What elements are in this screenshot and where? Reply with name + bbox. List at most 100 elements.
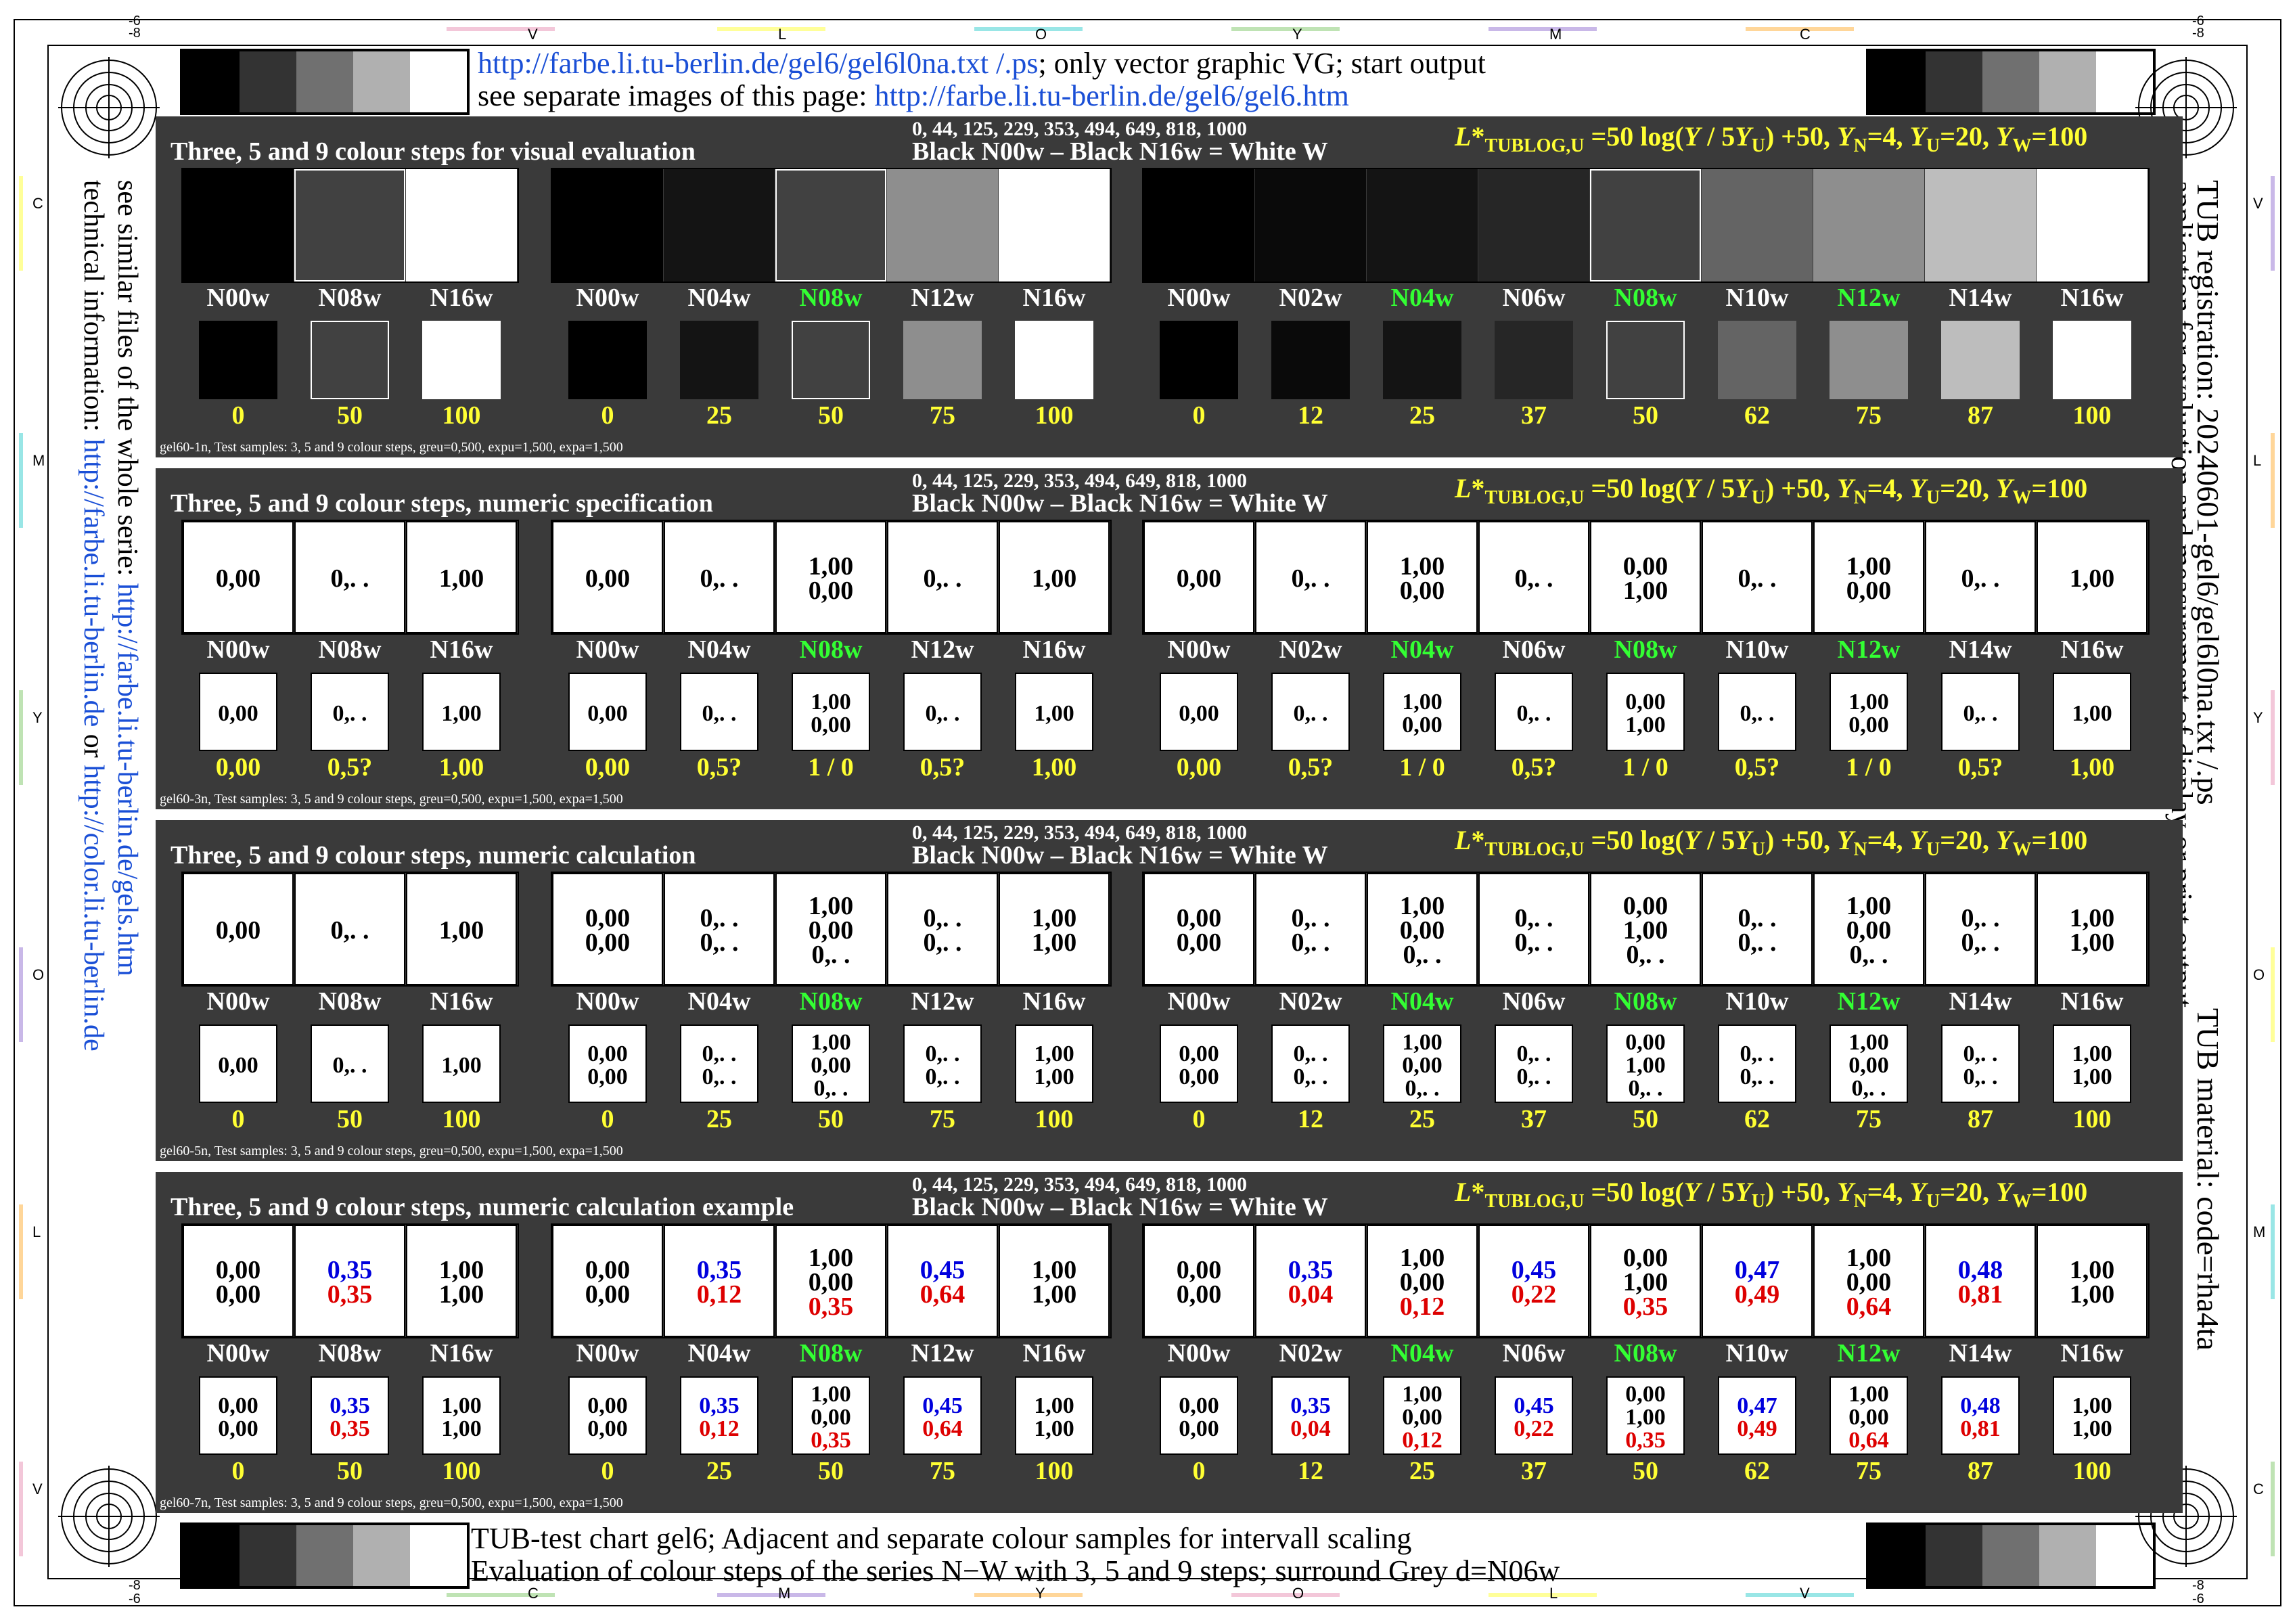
sample-small[interactable]: 1,00 1,00 xyxy=(2053,1376,2131,1455)
sample-small[interactable]: 0,00 0,00 xyxy=(199,1376,277,1455)
sample-large[interactable]: 1,00 0,00 xyxy=(775,521,886,633)
sample-large[interactable]: 0,00 0,00 xyxy=(1143,873,1254,985)
sample-large[interactable]: 0,48 0,81 xyxy=(1925,1225,2036,1337)
sample-small[interactable]: 0,00 xyxy=(568,673,647,751)
sample-small[interactable]: 0,35 0,12 xyxy=(680,1376,758,1455)
sample-small[interactable]: 0,00 1,00 xyxy=(1606,673,1685,751)
sample-large[interactable] xyxy=(294,169,405,281)
sample-large[interactable]: 0,. . xyxy=(1925,521,2036,633)
sample-small[interactable]: 1,00 0,00 0,64 xyxy=(1830,1376,1908,1455)
sample-small[interactable]: 1,00 0,00 0,. . xyxy=(792,1024,870,1103)
sample-large[interactable]: 0,00 0,00 xyxy=(552,1225,663,1337)
sample-small[interactable]: 0,. . 0,. . xyxy=(1718,1024,1796,1103)
sample-small[interactable]: 0,00 xyxy=(1160,673,1238,751)
sample-small[interactable]: 1,00 1,00 xyxy=(2053,1024,2131,1103)
sample-large[interactable] xyxy=(1143,169,1254,281)
sample-large[interactable]: 0,. . 0,. . xyxy=(664,873,775,985)
sample-large[interactable] xyxy=(775,169,886,281)
sample-large[interactable]: 0,. . 0,. . xyxy=(1478,873,1589,985)
sample-large[interactable]: 0,35 0,12 xyxy=(664,1225,775,1337)
sample-small[interactable] xyxy=(1495,321,1573,399)
sample-small[interactable] xyxy=(199,321,277,399)
sample-small[interactable]: 0,. . 0,. . xyxy=(680,1024,758,1103)
sample-small[interactable]: 1,00 1,00 xyxy=(1015,1376,1093,1455)
left-side-link-2[interactable]: http://farbe.li.tu-berlin.de xyxy=(78,439,109,727)
sample-large[interactable]: 0,00 1,00 xyxy=(1590,521,1701,633)
sample-small[interactable]: 1,00 0,00 xyxy=(1830,673,1908,751)
sample-small[interactable]: 0,. . 0,. . xyxy=(1271,1024,1350,1103)
sample-small[interactable]: 1,00 0,00 0,. . xyxy=(1830,1024,1908,1103)
sample-large[interactable]: 0,. . 0,. . xyxy=(1255,873,1366,985)
sample-small[interactable]: 0,00 1,00 0,. . xyxy=(1606,1024,1685,1103)
sample-large[interactable]: 0,. . xyxy=(664,521,775,633)
sample-large[interactable]: 1,00 1,00 xyxy=(999,1225,1110,1337)
sample-large[interactable]: 1,00 0,00 xyxy=(1813,521,1924,633)
sample-small[interactable]: 0,. . xyxy=(1718,673,1796,751)
header-link-2[interactable]: http://farbe.li.tu-berlin.de/gel6/gel6.h… xyxy=(874,79,1348,112)
sample-small[interactable] xyxy=(2053,321,2131,399)
sample-large[interactable]: 0,. . 0,. . xyxy=(887,873,998,985)
sample-large[interactable]: 1,00 1,00 xyxy=(406,1225,517,1337)
sample-small[interactable] xyxy=(311,321,389,399)
sample-small[interactable] xyxy=(1830,321,1908,399)
sample-large[interactable] xyxy=(1813,169,1924,281)
sample-small[interactable]: 1,00 xyxy=(422,1024,501,1103)
sample-large[interactable]: 0,. . xyxy=(1478,521,1589,633)
sample-small[interactable]: 0,. . xyxy=(311,673,389,751)
sample-large[interactable]: 0,00 0,00 xyxy=(183,1225,294,1337)
sample-large[interactable]: 1,00 1,00 xyxy=(2037,1225,2148,1337)
sample-small[interactable]: 1,00 1,00 xyxy=(422,1376,501,1455)
sample-large[interactable] xyxy=(887,169,998,281)
sample-small[interactable]: 0,. . 0,. . xyxy=(1941,1024,2020,1103)
sample-small[interactable] xyxy=(903,321,982,399)
sample-large[interactable]: 1,00 0,00 0,. . xyxy=(775,873,886,985)
sample-small[interactable]: 0,00 1,00 0,35 xyxy=(1606,1376,1685,1455)
sample-large[interactable] xyxy=(1478,169,1589,281)
sample-large[interactable]: 0,45 0,22 xyxy=(1478,1225,1589,1337)
left-side-link-3[interactable]: http://color.li.tu-berlin.de xyxy=(78,765,109,1051)
sample-large[interactable]: 0,47 0,49 xyxy=(1702,1225,1813,1337)
sample-small[interactable]: 1,00 xyxy=(1015,673,1093,751)
sample-small[interactable] xyxy=(680,321,758,399)
sample-large[interactable]: 0,. . xyxy=(1702,521,1813,633)
sample-small[interactable]: 0,. . xyxy=(1271,673,1350,751)
sample-small[interactable]: 0,. . xyxy=(1941,673,2020,751)
sample-large[interactable]: 0,. . 0,. . xyxy=(1702,873,1813,985)
sample-small[interactable]: 1,00 0,00 0,. . xyxy=(1383,1024,1461,1103)
sample-large[interactable]: 0,35 0,04 xyxy=(1255,1225,1366,1337)
sample-large[interactable] xyxy=(2037,169,2148,281)
sample-large[interactable] xyxy=(1925,169,2036,281)
sample-large[interactable] xyxy=(999,169,1110,281)
sample-small[interactable]: 0,00 xyxy=(199,673,277,751)
left-side-link-1[interactable]: http://farbe.li.tu-berlin.de/gels.htm xyxy=(112,583,143,976)
sample-large[interactable]: 1,00 0,00 0,64 xyxy=(1813,1225,1924,1337)
sample-large[interactable]: 1,00 0,00 0,12 xyxy=(1367,1225,1478,1337)
sample-small[interactable]: 1,00 0,00 0,12 xyxy=(1383,1376,1461,1455)
sample-small[interactable] xyxy=(1383,321,1461,399)
sample-large[interactable]: 1,00 xyxy=(406,521,517,633)
sample-small[interactable]: 0,00 0,00 xyxy=(1160,1024,1238,1103)
sample-large[interactable]: 0,00 1,00 0,35 xyxy=(1590,1225,1701,1337)
sample-large[interactable]: 0,45 0,64 xyxy=(887,1225,998,1337)
sample-large[interactable] xyxy=(183,169,294,281)
sample-large[interactable] xyxy=(406,169,517,281)
sample-large[interactable]: 0,. . xyxy=(294,521,405,633)
sample-large[interactable]: 0,. . xyxy=(294,873,405,985)
sample-large[interactable]: 1,00 0,00 0,35 xyxy=(775,1225,886,1337)
sample-large[interactable] xyxy=(1367,169,1478,281)
sample-small[interactable]: 1,00 0,00 xyxy=(1383,673,1461,751)
sample-large[interactable]: 0,00 xyxy=(552,521,663,633)
sample-large[interactable] xyxy=(1702,169,1813,281)
sample-large[interactable]: 1,00 xyxy=(999,521,1110,633)
sample-large[interactable]: 1,00 0,00 xyxy=(1367,521,1478,633)
sample-small[interactable] xyxy=(792,321,870,399)
sample-small[interactable]: 0,45 0,64 xyxy=(903,1376,982,1455)
sample-large[interactable]: 1,00 xyxy=(406,873,517,985)
sample-small[interactable]: 0,00 0,00 xyxy=(568,1024,647,1103)
sample-small[interactable]: 1,00 0,00 0,35 xyxy=(792,1376,870,1455)
sample-large[interactable]: 0,. . 0,. . xyxy=(1925,873,2036,985)
sample-large[interactable]: 1,00 0,00 0,. . xyxy=(1813,873,1924,985)
sample-large[interactable]: 0,00 xyxy=(183,521,294,633)
sample-small[interactable]: 0,48 0,81 xyxy=(1941,1376,2020,1455)
sample-small[interactable]: 0,47 0,49 xyxy=(1718,1376,1796,1455)
